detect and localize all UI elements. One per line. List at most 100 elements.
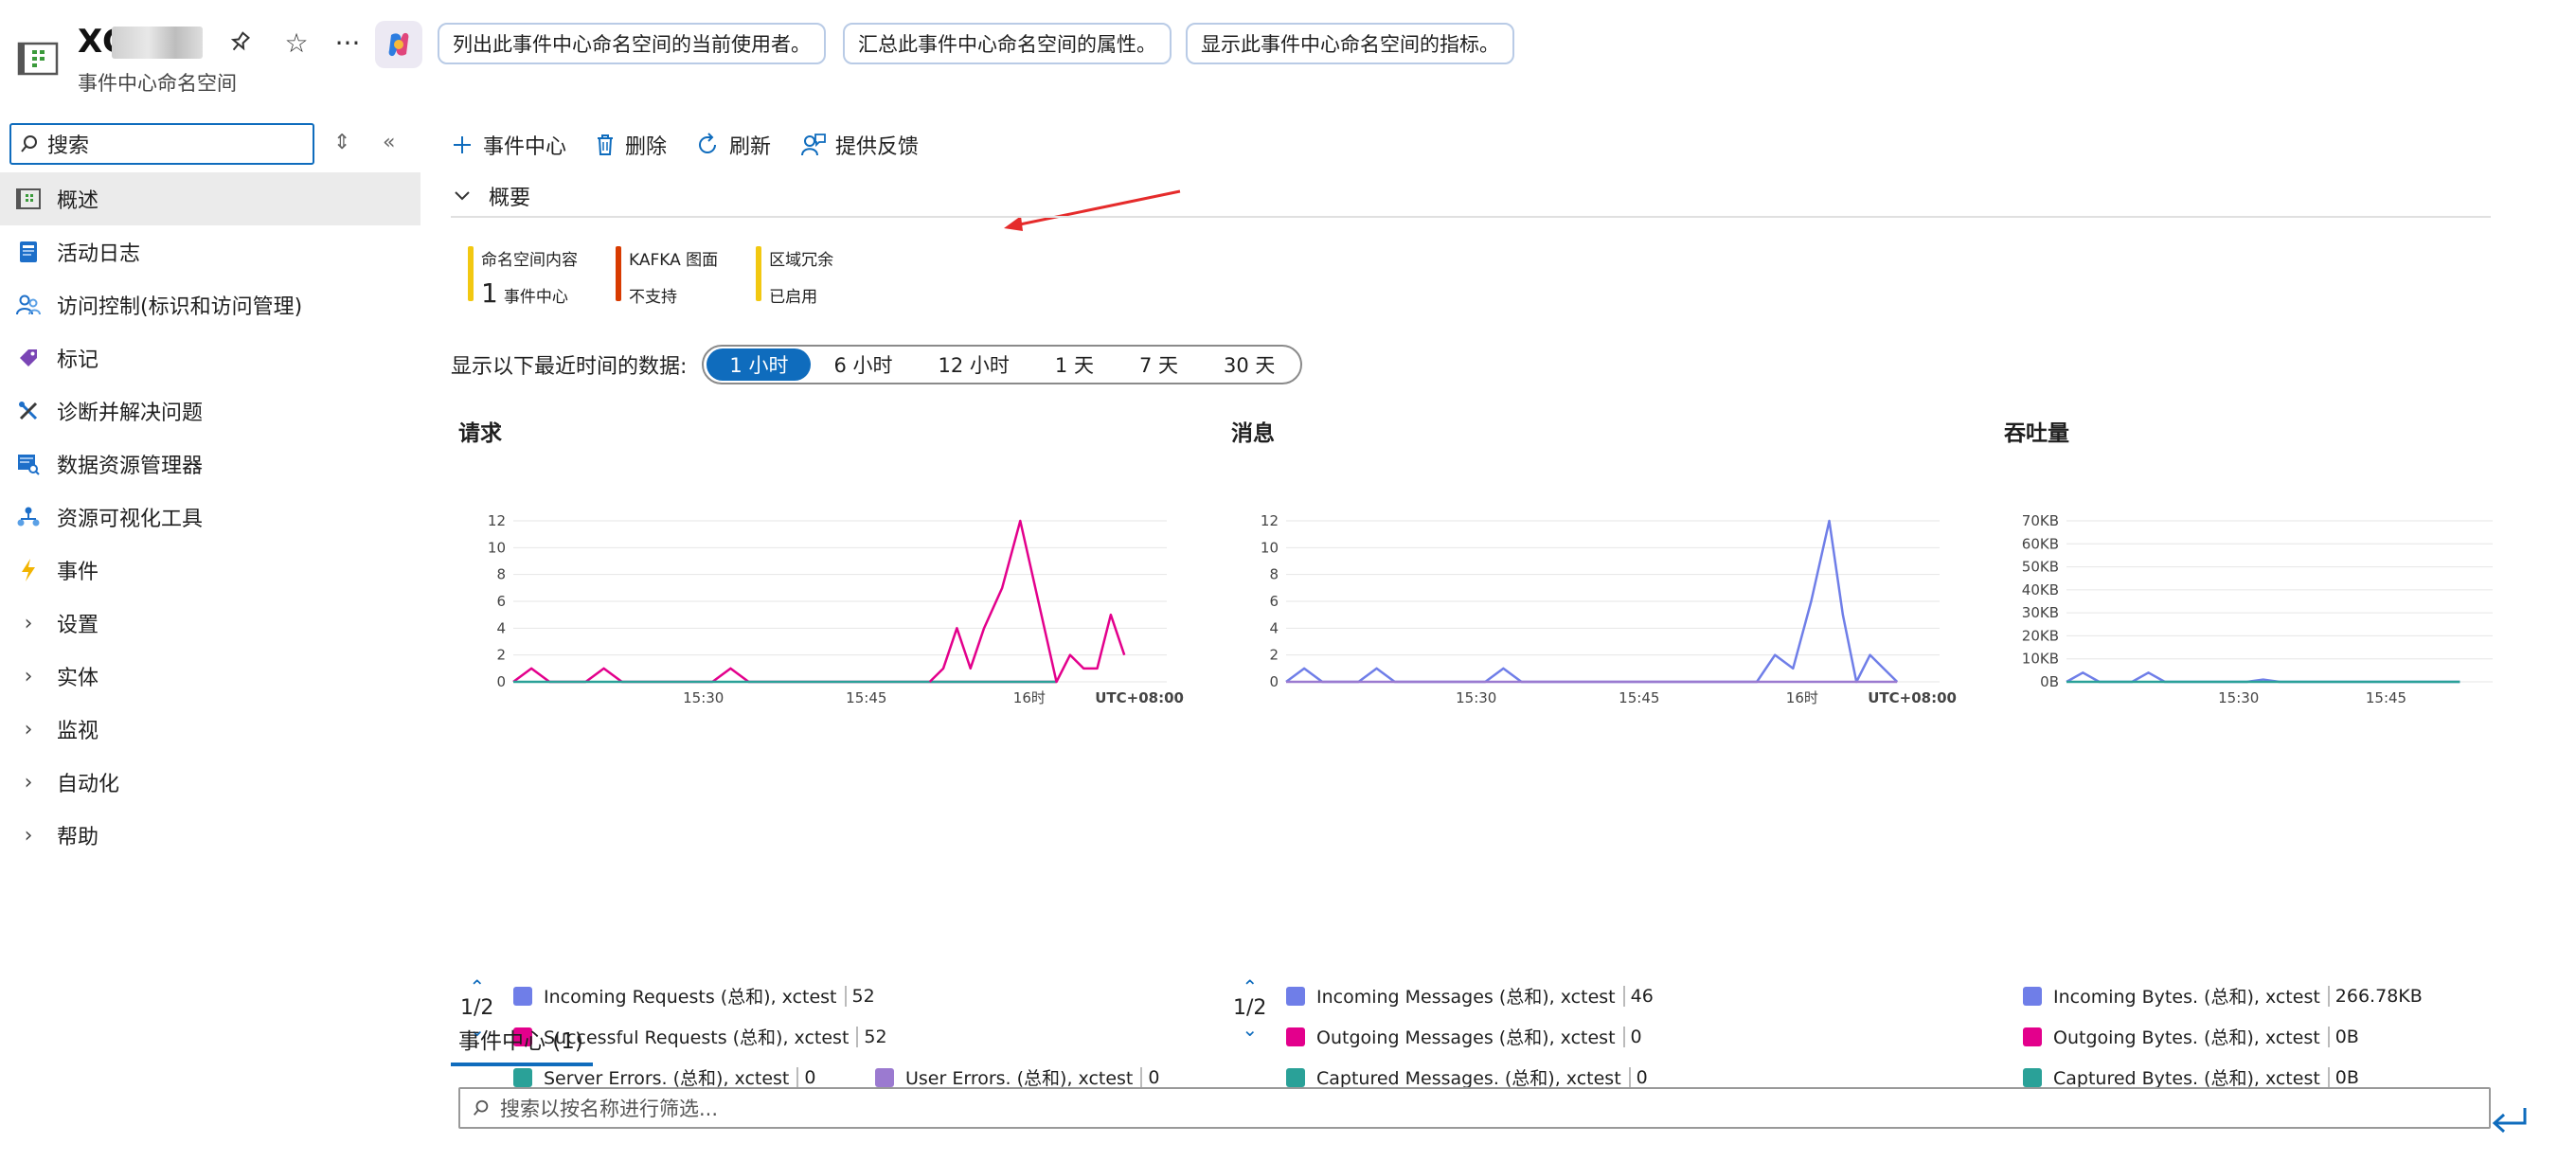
copilot-prompt-consumers[interactable]: 列出此事件中心命名空间的当前使用者。: [438, 23, 826, 64]
command-bar: 事件中心 删除 刷新 提供反馈: [451, 119, 947, 170]
copilot-icon[interactable]: [375, 21, 422, 68]
x-tick-label: 15:30: [683, 689, 724, 706]
menu-item-label: 标记: [57, 348, 99, 372]
messages-chart[interactable]: 0 2 4 6 8 10 12 15:30 15:45 16时 UTC+08:00: [1258, 489, 1959, 706]
feedback-label: 提供反馈: [835, 135, 920, 159]
legend-value: 0B: [2334, 1066, 2359, 1088]
menu-item-data-explorer[interactable]: 数据资源管理器: [0, 438, 420, 491]
time-range-30d[interactable]: 30 天: [1201, 348, 1297, 381]
event-hubs-namespace-icon: [17, 42, 59, 76]
legend-name: Outgoing Bytes. (总和), xctest: [2053, 1027, 2320, 1048]
menu-group-settings[interactable]: › 设置: [0, 597, 420, 650]
requests-chart[interactable]: 0 2 4 6 8 10 12 15:30 15:45 16时 UTC+08:00: [485, 489, 1186, 706]
menu-group-help[interactable]: › 帮助: [0, 809, 420, 862]
legend-name: User Errors. (总和), xctest: [905, 1068, 1134, 1089]
legend-item-outgoing-bytes[interactable]: Outgoing Bytes. (总和), xctest 0B: [2023, 1024, 2359, 1049]
y-tick-label: 0: [496, 673, 506, 690]
pin-icon[interactable]: [224, 27, 256, 59]
legend-item-server-errors[interactable]: Server Errors. (总和), xctest 0: [513, 1064, 815, 1090]
time-range-7d[interactable]: 7 天: [1117, 348, 1201, 381]
series-line: [512, 667, 1057, 684]
menu-item-resource-visualizer[interactable]: 资源可视化工具: [0, 491, 420, 544]
essentials-card-zone-redundancy[interactable]: 区域冗余 已启用: [756, 246, 834, 307]
legend-value: 266.78KB: [2334, 985, 2423, 1007]
menu-search-input[interactable]: 搜索: [9, 123, 314, 165]
legend-value: 52: [851, 985, 875, 1007]
overview-icon: [15, 186, 42, 212]
menu-item-label: 自动化: [57, 773, 120, 796]
time-range-1d[interactable]: 1 天: [1032, 348, 1117, 381]
collapse-menu-icon[interactable]: «: [383, 131, 395, 154]
y-tick-label: 60KB: [2022, 535, 2059, 552]
card-label: 命名空间内容: [481, 251, 578, 270]
wrench-icon: [15, 398, 42, 424]
y-tick-label: 8: [496, 566, 506, 583]
filter-placeholder: 搜索以按名称进行筛选...: [500, 1098, 719, 1120]
throughput-chart[interactable]: 0B 10KB 20KB 30KB 40KB 50KB 60KB 70KB 15:30 15:45: [2006, 489, 2493, 706]
chevron-up-icon[interactable]: ⌃: [1242, 977, 1258, 996]
tab-event-hubs[interactable]: 事件中心 (1): [458, 1023, 583, 1055]
chevron-right-icon: ›: [24, 717, 33, 741]
menu-group-monitoring[interactable]: › 监视: [0, 703, 420, 756]
chevron-down-icon[interactable]: ⌄: [1242, 1020, 1258, 1039]
x-tick-label: 15:45: [846, 689, 886, 706]
legend-item-incoming-requests[interactable]: Incoming Requests (总和), xctest 52: [513, 983, 875, 1009]
legend-item-incoming-messages[interactable]: Incoming Messages (总和), xctest 46: [1286, 983, 1654, 1009]
menu-item-access-control[interactable]: 访问控制(标识和访问管理): [0, 278, 420, 331]
series-line: [2066, 671, 2460, 684]
add-event-hub-button[interactable]: 事件中心: [451, 130, 566, 160]
legend-swatch: [2023, 1027, 2042, 1046]
time-range-selector: 显示以下最近时间的数据: 1 小时 6 小时 12 小时 1 天 7 天 30 …: [451, 345, 1303, 384]
chevron-right-icon: ›: [24, 770, 33, 795]
people-icon: [15, 292, 42, 318]
legend-name: Incoming Messages (总和), xctest: [1316, 987, 1616, 1008]
y-tick-label: 6: [1269, 593, 1279, 610]
refresh-button[interactable]: 刷新: [695, 130, 771, 160]
chevron-up-icon[interactable]: ⌃: [469, 977, 485, 996]
event-hub-filter-input[interactable]: 搜索以按名称进行筛选...: [458, 1087, 2491, 1129]
chevron-right-icon: ›: [24, 664, 33, 688]
resource-menu: 搜索 ⇕ « 概述 活动日志 访问控制(标识和访问管理) 标记 诊断并解决问题 …: [0, 114, 420, 1161]
legend-item-captured-messages[interactable]: Captured Messages. (总和), xctest 0: [1286, 1064, 1648, 1090]
y-tick-label: 0: [1269, 673, 1279, 690]
timezone-label: UTC+08:00: [1095, 689, 1184, 706]
legend-item-user-errors[interactable]: User Errors. (总和), xctest 0: [875, 1064, 1159, 1090]
sort-icon[interactable]: ⇕: [333, 131, 350, 154]
refresh-label: 刷新: [729, 135, 772, 159]
menu-item-overview[interactable]: 概述: [0, 172, 420, 225]
card-value: 已启用: [769, 288, 818, 307]
time-range-6h[interactable]: 6 小时: [811, 348, 915, 381]
star-icon[interactable]: ☆: [280, 27, 313, 59]
feedback-button[interactable]: 提供反馈: [799, 130, 919, 160]
menu-item-activity-log[interactable]: 活动日志: [0, 225, 420, 278]
time-range-12h[interactable]: 12 小时: [916, 348, 1032, 381]
y-tick-label: 10KB: [2022, 651, 2059, 668]
menu-list: 概述 活动日志 访问控制(标识和访问管理) 标记 诊断并解决问题 数据资源管理器…: [0, 172, 420, 862]
legend-item-captured-bytes[interactable]: Captured Bytes. (总和), xctest 0B: [2023, 1064, 2359, 1090]
legend-item-incoming-bytes[interactable]: Incoming Bytes. (总和), xctest 266.78KB: [2023, 983, 2423, 1009]
card-label: 区域冗余: [769, 251, 834, 270]
chevron-down-icon: [453, 185, 472, 208]
copilot-prompt-metrics[interactable]: 显示此事件中心命名空间的指标。: [1186, 23, 1514, 64]
y-tick-label: 0B: [2040, 673, 2059, 690]
more-icon[interactable]: ···: [331, 27, 364, 59]
menu-item-diagnose[interactable]: 诊断并解决问题: [0, 384, 420, 438]
essentials-card-kafka[interactable]: KAFKA 图面 不支持: [616, 246, 718, 307]
menu-item-tags[interactable]: 标记: [0, 331, 420, 384]
legend-item-outgoing-messages[interactable]: Outgoing Messages (总和), xctest 0: [1286, 1024, 1642, 1049]
messages-legend-pager: ⌃ 1/2 ⌄: [1233, 977, 1266, 1039]
y-tick-label: 8: [1269, 566, 1279, 583]
delete-button[interactable]: 删除: [595, 130, 667, 160]
time-range-1h[interactable]: 1 小时: [707, 348, 812, 381]
copilot-prompt-properties[interactable]: 汇总此事件中心命名空间的属性。: [843, 23, 1172, 64]
menu-item-label: 设置: [57, 614, 99, 637]
menu-group-automation[interactable]: › 自动化: [0, 756, 420, 809]
feedback-icon: [799, 133, 826, 157]
essentials-section-header[interactable]: 概要: [451, 176, 2491, 218]
legend-value: 46: [1630, 985, 1654, 1007]
menu-group-entities[interactable]: › 实体: [0, 650, 420, 703]
menu-item-label: 访问控制(标识和访问管理): [57, 295, 303, 319]
resource-header: XC 事件中心命名空间 ☆ ··· 列出此事件中心命名空间的当前使用者。 汇总此…: [0, 0, 2576, 114]
menu-item-events[interactable]: 事件: [0, 544, 420, 597]
essentials-card-namespace-contents[interactable]: 命名空间内容 1 事件中心: [468, 246, 578, 309]
